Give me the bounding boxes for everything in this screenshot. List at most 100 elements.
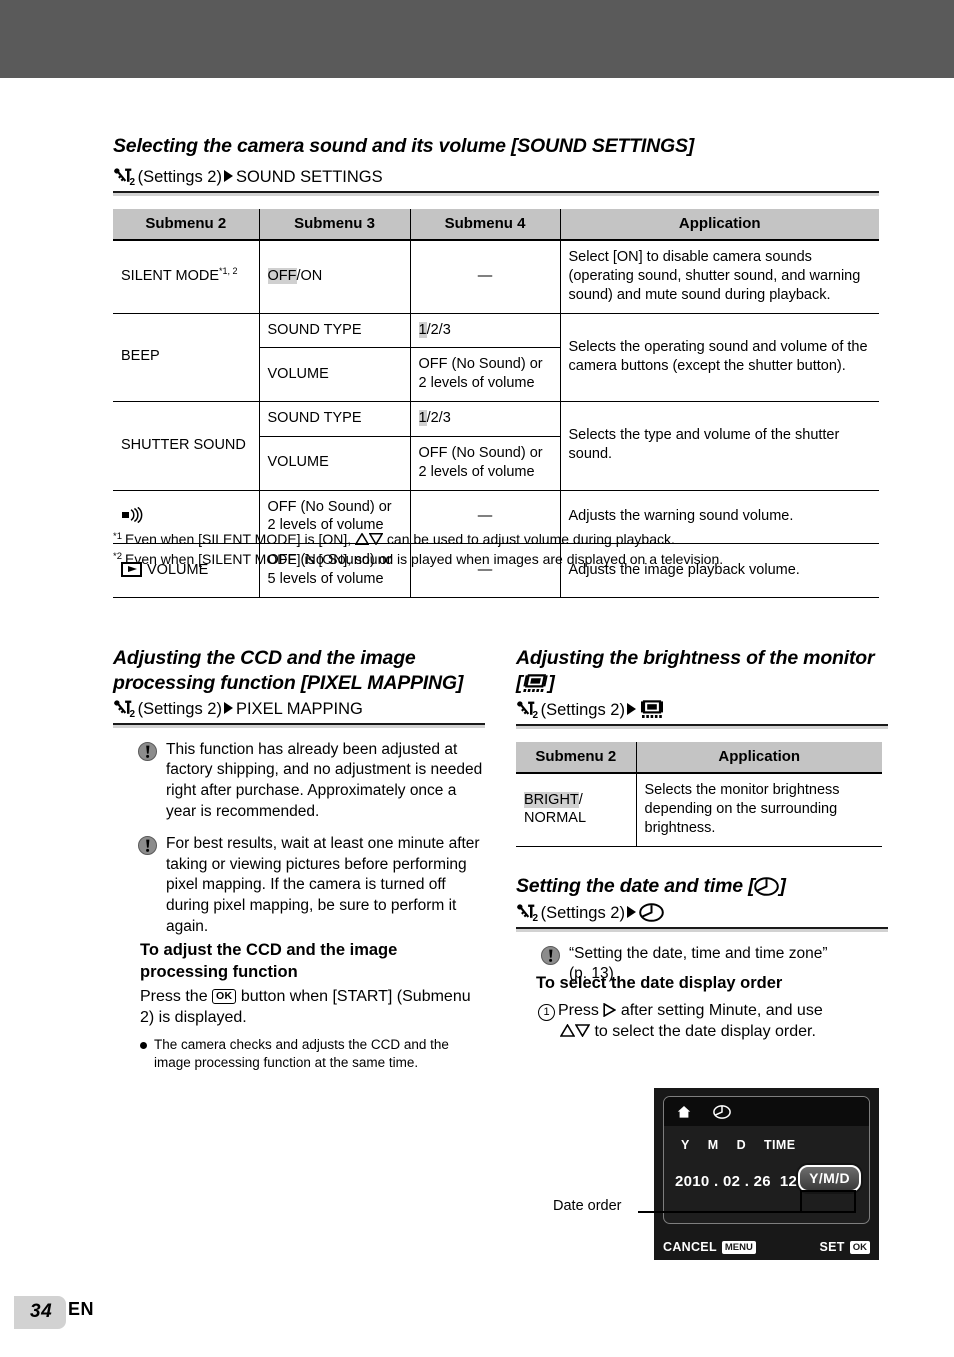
cell-silent-mode-submenu4: — [410, 239, 561, 314]
cell-beep: BEEP [113, 312, 260, 402]
table-row: SHUTTER SOUND SOUND TYPE 1/2/3 Selects t… [113, 401, 879, 491]
brightness-slash: / [578, 792, 583, 809]
section1-title: Selecting the camera sound and its volum… [113, 135, 695, 157]
lcd-footer-bar: CANCEL MENU SET OK [654, 1240, 879, 1254]
arrow-right-icon [626, 702, 636, 715]
up-triangle-icon [538, 1023, 576, 1040]
cell-brightness-application: Selects the monitor brightness depending… [636, 772, 882, 847]
section3-breadcrumb: 2 (Settings 2) [516, 700, 888, 723]
cell-beep-volume: VOLUME [259, 347, 411, 402]
section4-subheading: To select the date display order [536, 974, 783, 992]
lcd-inner-frame: YMDTIME 2010 . 02 . 26 12 : 30 Y/M/D [663, 1096, 870, 1224]
arrow-right-icon [223, 170, 233, 182]
step-text-mid: after setting Minute, and use [620, 1001, 823, 1019]
footnote-1-text-before: Even when [SILENT MODE] is [ON], [124, 531, 352, 547]
lcd-cancel-action[interactable]: CANCEL MENU [663, 1240, 756, 1254]
lcd-cancel-label: CANCEL [663, 1240, 717, 1254]
lcd-set-action[interactable]: SET OK [820, 1240, 870, 1254]
lcd-date-value: 2010 . 02 . 26 [675, 1173, 771, 1190]
step-number-badge: 1 [538, 1003, 555, 1021]
settings-wrench-icon: 2 [516, 904, 538, 924]
cell-silent-mode: SILENT MODE*1, 2 [113, 239, 260, 314]
note-item: For best results, wait at least one minu… [138, 834, 485, 937]
silent-mode-footnote-mark: *1, 2 [219, 266, 238, 277]
lcd-label-time: TIME [764, 1138, 796, 1152]
settings-subscript: 2 [532, 912, 538, 924]
cell-beep-sound-type-values: 1/2/3 [410, 312, 561, 348]
footnote-2: *2 Even when [SILENT MODE] is [ON], sound… [113, 550, 883, 570]
clock-icon [639, 903, 664, 922]
exclamation-note-icon [541, 945, 560, 965]
note-item: This function has already been adjusted … [138, 740, 485, 822]
silent-mode-alt: /ON [296, 267, 323, 284]
col-header-submenu2: Submenu 2 [516, 742, 637, 774]
brightness-alt: NORMAL [524, 810, 587, 827]
cell-shutter-sound-type: SOUND TYPE [259, 401, 411, 437]
lcd-label-day: D [736, 1138, 747, 1152]
silent-mode-label: SILENT MODE [121, 268, 220, 285]
top-header-band [0, 0, 954, 78]
section3-title: Adjusting the brightness of the monitor … [516, 646, 888, 696]
section2-path-target: PIXEL MAPPING [235, 699, 363, 718]
section4-step: 1 Press after setting Minute, and use to … [536, 1000, 888, 1043]
section3-title-line1: Adjusting the brightness of the monitor [516, 647, 875, 669]
brightness-default: BRIGHT [524, 792, 579, 809]
callout-leader-line-vertical [854, 1190, 856, 1213]
footnote-1-mark: *1 [113, 531, 122, 542]
camera-lcd-screenshot: YMDTIME 2010 . 02 . 26 12 : 30 Y/M/D CAN… [654, 1088, 879, 1260]
arrow-right-icon [626, 905, 636, 918]
section1-divider [113, 190, 879, 196]
monitor-brightness-icon [639, 700, 665, 719]
section4-path-prefix: (Settings 2) [540, 903, 625, 922]
shutter-sound-type-default: 1 [418, 410, 427, 427]
cell-beep-application: Selects the operating sound and volume o… [560, 312, 879, 402]
lcd-status-bar [664, 1097, 869, 1126]
settings-wrench-icon: 2 [516, 701, 538, 720]
lcd-date-order-selector[interactable]: Y/M/D [798, 1165, 861, 1192]
section1-path-prefix: (Settings 2) [137, 168, 222, 186]
col-header-submenu3: Submenu 3 [259, 209, 411, 241]
table-row: BEEP SOUND TYPE 1/2/3 Selects the operat… [113, 312, 879, 402]
section4-title-suffix: ] [779, 875, 786, 897]
cell-shutter-sound: SHUTTER SOUND [113, 401, 260, 491]
note-text: This function has already been adjusted … [166, 740, 483, 820]
section4-title-prefix: Setting the date and time [ [516, 875, 755, 897]
up-triangle-icon [354, 531, 370, 547]
section2-title-line2: processing function [PIXEL MAPPING] [113, 671, 464, 694]
cell-shutter-volume-values: OFF (No Sound) or 2 levels of volume [410, 435, 561, 491]
clock-icon [713, 1104, 731, 1119]
cell-brightness-values: BRIGHT/NORMAL [516, 772, 637, 847]
section1-breadcrumb: 2 (Settings 2) SOUND SETTINGS [113, 168, 879, 190]
col-header-submenu2: Submenu 2 [113, 209, 260, 241]
section4-divider [516, 926, 888, 932]
ok-button-glyph: OK [849, 1241, 870, 1254]
beep-sound-type-alt: /2/3 [426, 321, 451, 338]
section2-breadcrumb: 2 (Settings 2) PIXEL MAPPING [113, 700, 485, 722]
settings-subscript: 2 [129, 708, 135, 720]
menu-button-glyph: MENU [721, 1241, 756, 1254]
lcd-column-labels: Y M D TIME [681, 1138, 795, 1152]
language-code: EN [68, 1299, 95, 1319]
callout-leader-line-branch-vertical [800, 1190, 802, 1212]
section2-divider [113, 722, 485, 728]
lcd-label-year: Y [681, 1138, 690, 1152]
footnote-1-text-after: can be used to adjust volume during play… [386, 531, 675, 547]
monitor-brightness-table: Submenu 2 Application BRIGHT/NORMAL Sele… [516, 742, 882, 847]
col-header-submenu4: Submenu 4 [410, 209, 561, 241]
beep-sound-type-default: 1 [418, 321, 427, 338]
lcd-set-label: SET [819, 1240, 845, 1254]
cell-shutter-sound-application: Selects the type and volume of the shutt… [560, 401, 879, 491]
cell-shutter-volume: VOLUME [259, 435, 411, 491]
note-text-line1: “Setting the date, time and time zone” [569, 944, 828, 962]
section3-title-line2: [ ] [516, 671, 888, 696]
settings-subscript: 2 [129, 177, 135, 188]
callout-leader-line-branch [800, 1190, 856, 1192]
footnote-2-text: Even when [SILENT MODE] is [ON], sound i… [124, 550, 724, 567]
section3-path-prefix: (Settings 2) [540, 700, 625, 719]
cell-beep-volume-values: OFF (No Sound) or 2 levels of volume [410, 347, 561, 402]
callout-leader-line [638, 1211, 856, 1213]
table-row: BRIGHT/NORMAL Selects the monitor bright… [516, 772, 882, 847]
date-order-callout-label: Date order [553, 1198, 622, 1214]
section2-instruction: Press the OK button when [START] (Submen… [140, 986, 485, 1029]
section4-title: Setting the date and time [ ] [516, 874, 888, 899]
